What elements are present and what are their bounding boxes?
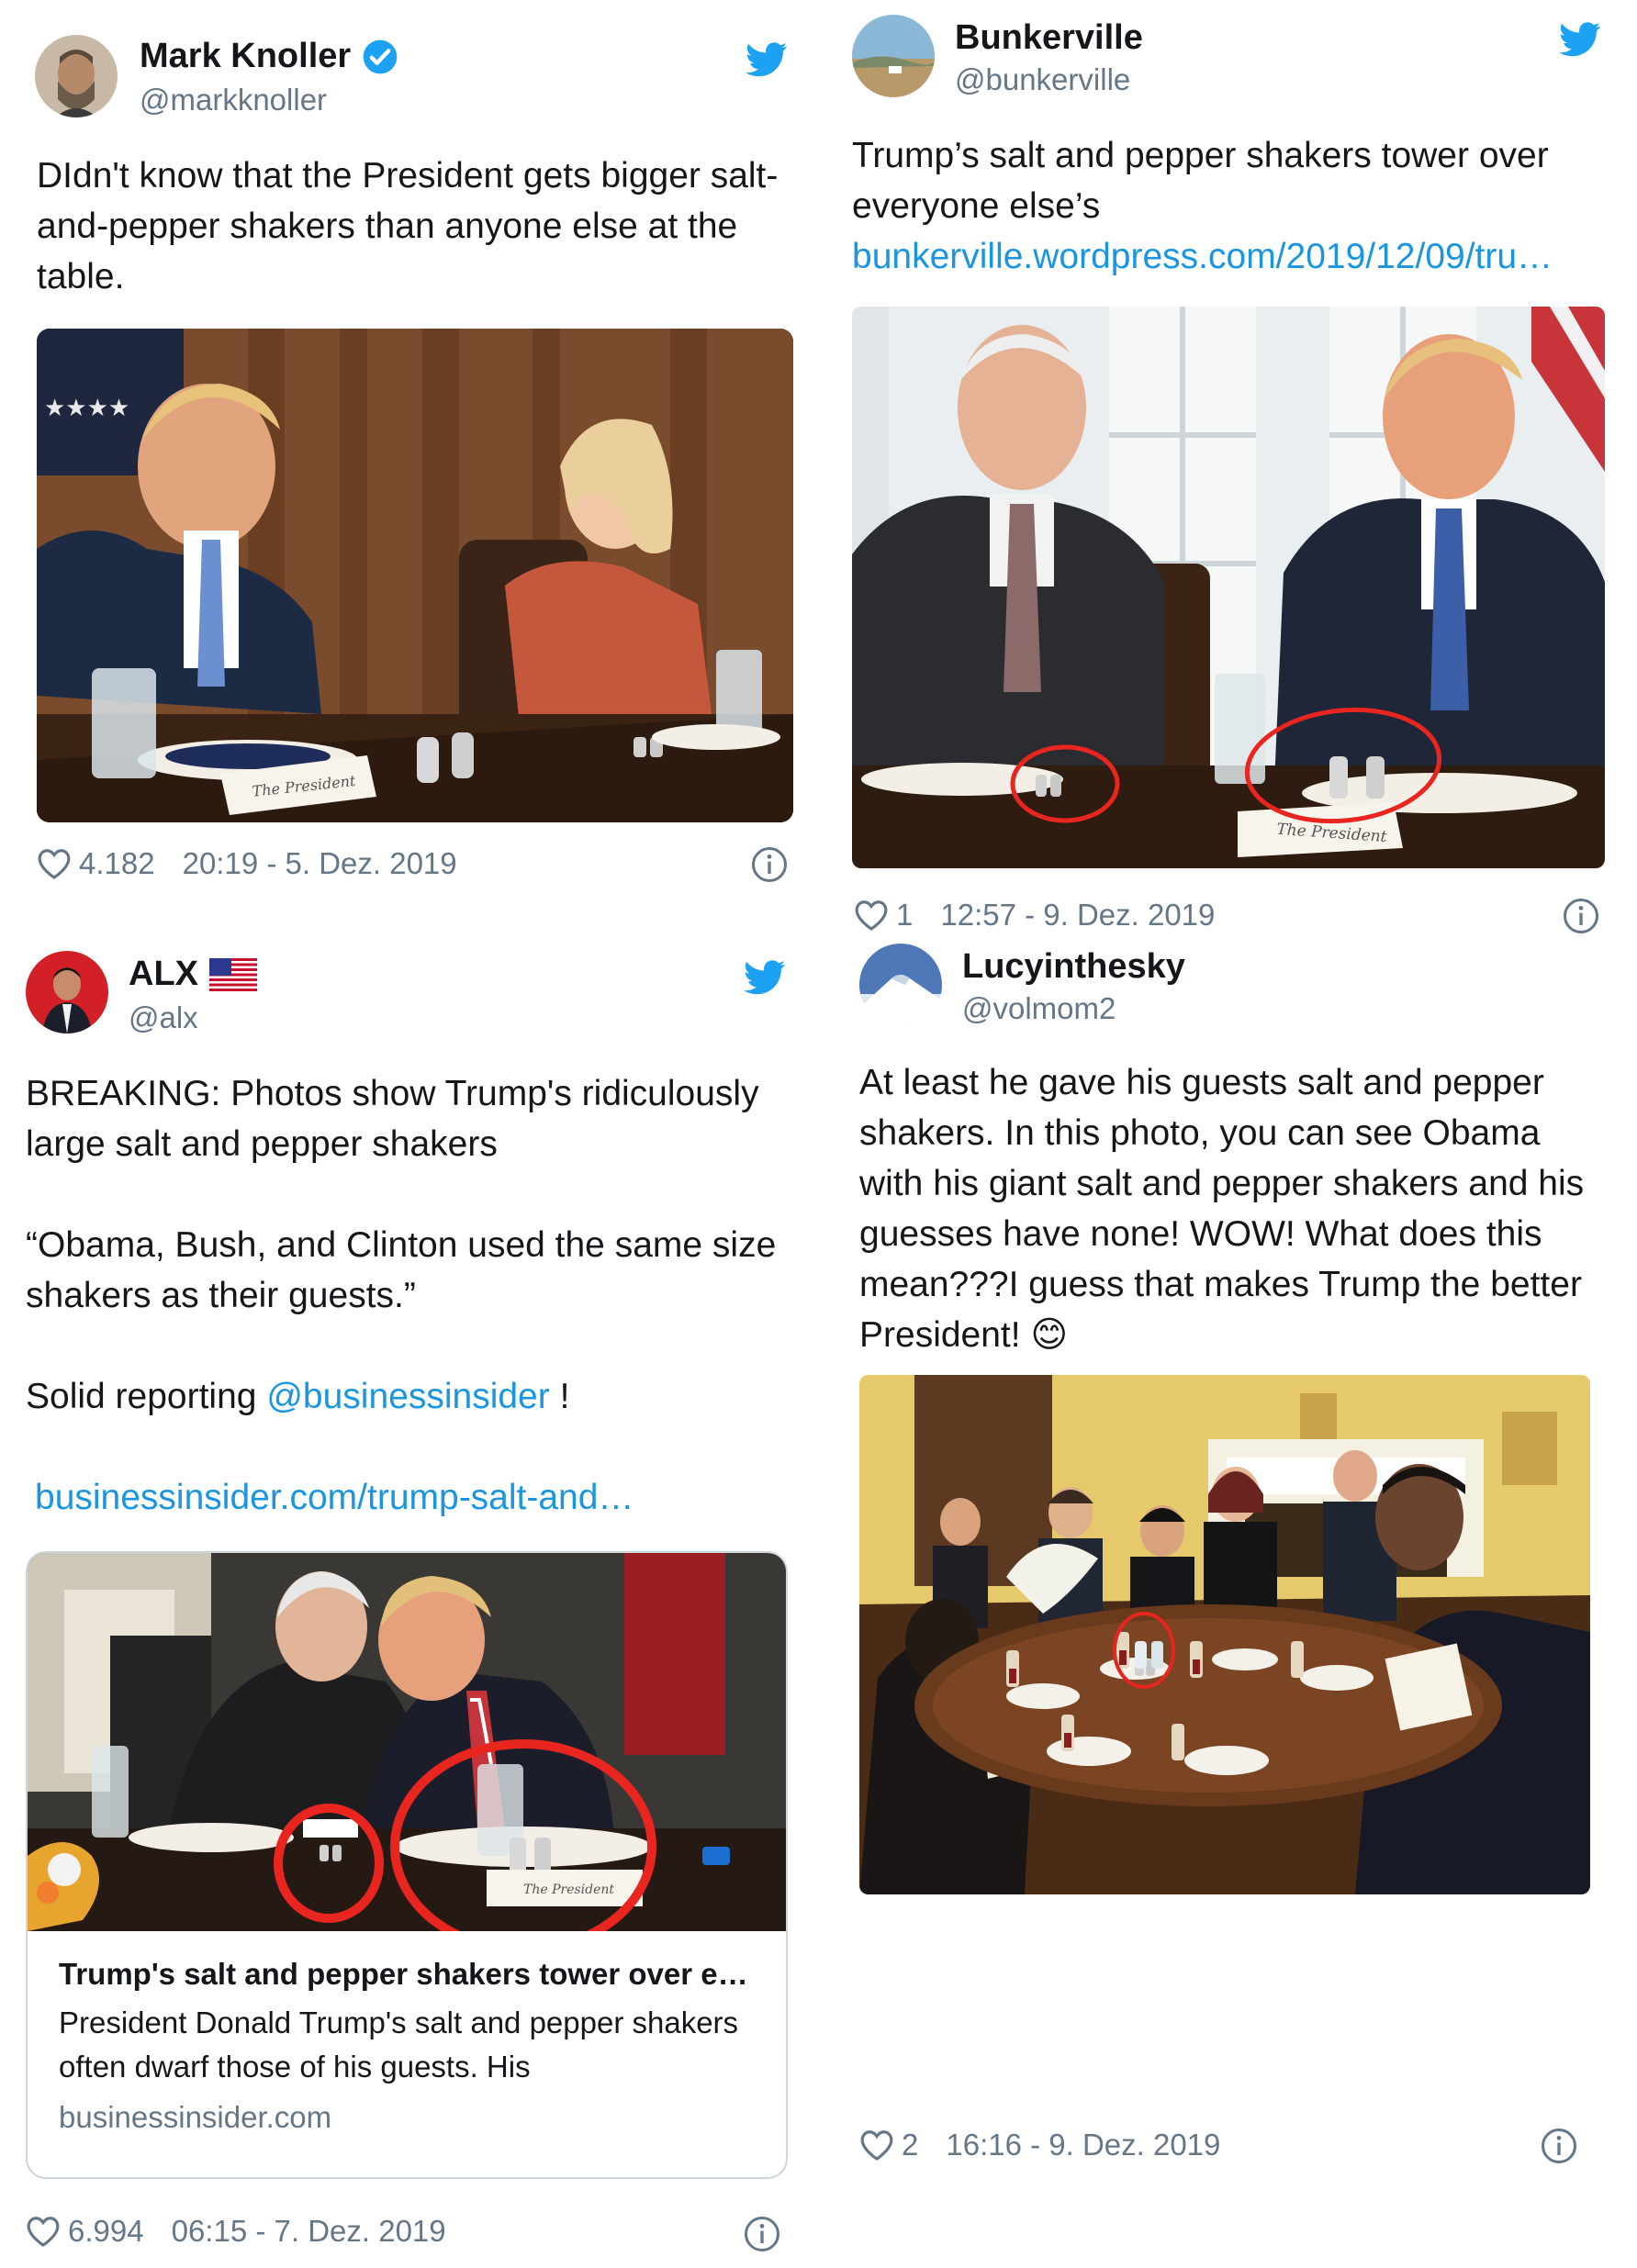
avatar-photo <box>26 951 108 1033</box>
like-count: 6.994 <box>68 2214 144 2248</box>
user-handle[interactable]: @bunkerville <box>955 62 1130 97</box>
tweet-text-credit: Solid reporting @businessinsider ! <box>26 1377 570 1416</box>
tweet-text: At least he gave his guests salt and pep… <box>859 1063 1585 1355</box>
user-handle[interactable]: @volmom2 <box>962 991 1116 1026</box>
tweet-photo[interactable]: ★★★★ The President <box>37 329 793 822</box>
tweet-lucyinthesky[interactable]: Lucyinthesky @volmom2 At least he gave h… <box>817 918 1637 2268</box>
avatar[interactable] <box>852 15 935 97</box>
photo-tillerson-trump-table: The President <box>852 307 1605 868</box>
avatar[interactable] <box>35 35 118 117</box>
heart-icon[interactable] <box>859 2128 894 2162</box>
timestamp[interactable]: 06:15 - 7. Dez. 2019 <box>172 2214 446 2249</box>
tweet-link[interactable]: businessinsider.com/trump-salt-and… <box>35 1472 633 1523</box>
tweet-text: BREAKING: Photos show Trump's ridiculous… <box>26 1068 806 1422</box>
tweet-text: Trump’s salt and pepper shakers tower ov… <box>852 130 1614 282</box>
info-icon[interactable] <box>1541 2128 1577 2164</box>
link-card[interactable]: The President Trump's salt and pepper sh… <box>26 1551 788 2179</box>
svg-text:★★★★: ★★★★ <box>44 395 129 422</box>
card-description: President Donald Trump's salt and pepper… <box>59 2005 739 2084</box>
tweet-link-text[interactable]: businessinsider.com/trump-salt-and… <box>35 1478 633 1517</box>
tweet-text-paragraph: BREAKING: Photos show Trump's ridiculous… <box>26 1074 759 1164</box>
verified-badge-icon <box>363 39 398 73</box>
like-count: 2 <box>902 2128 919 2162</box>
card-image-pence-trump: The President <box>28 1553 786 1931</box>
like-count: 4.182 <box>79 846 155 880</box>
user-handle[interactable]: @markknoller <box>140 83 327 117</box>
twitter-bird-icon[interactable] <box>746 42 788 77</box>
display-name[interactable]: ALX <box>129 955 198 994</box>
tweet-text: DIdn't know that the President gets bigg… <box>37 156 779 296</box>
user-handle[interactable]: @alx <box>129 1000 198 1035</box>
twitter-bird-icon[interactable] <box>744 960 786 995</box>
avatar-photo <box>852 15 935 97</box>
display-name[interactable]: Bunkerville <box>955 18 1143 58</box>
us-flag-icon <box>209 957 257 991</box>
heart-icon[interactable] <box>26 2215 61 2248</box>
info-icon[interactable] <box>751 846 788 883</box>
photo-obama-seder-dinner <box>859 1375 1590 1894</box>
display-name[interactable]: Lucyinthesky <box>962 947 1185 987</box>
heart-icon[interactable] <box>37 847 72 880</box>
tweet-text-line: Trump’s salt and pepper shakers tower ov… <box>852 136 1549 226</box>
tweet-photo[interactable] <box>859 1375 1590 1894</box>
tweet-text-quote: “Obama, Bush, and Clinton used the same … <box>26 1225 777 1315</box>
timestamp[interactable]: 20:19 - 5. Dez. 2019 <box>183 846 457 881</box>
tweet-alx[interactable]: ALX @alx BREAKING: Photos show Trump's r… <box>0 918 817 2268</box>
avatar[interactable] <box>859 944 942 1026</box>
info-icon[interactable] <box>744 2216 780 2252</box>
display-name[interactable]: Mark Knoller <box>140 37 351 76</box>
tweet-bunkerville[interactable]: Bunkerville @bunkerville Trump’s salt an… <box>817 0 1637 945</box>
twitter-bird-icon[interactable] <box>1559 22 1601 57</box>
timestamp[interactable]: 16:16 - 9. Dez. 2019 <box>946 2128 1220 2162</box>
placard-text: The President <box>523 1883 614 1897</box>
avatar[interactable] <box>26 951 108 1033</box>
tweet-mark-knoller[interactable]: Mark Knoller @markknoller DIdn't know th… <box>0 0 817 918</box>
card-domain: businessinsider.com <box>59 2100 332 2134</box>
avatar-photo <box>859 944 942 1026</box>
mention-link[interactable]: @businessinsider <box>266 1377 549 1416</box>
tweet-link[interactable]: bunkerville.wordpress.com/2019/12/09/tru… <box>852 237 1553 276</box>
avatar-photo <box>35 35 118 117</box>
card-title[interactable]: Trump's salt and pepper shakers tower ov… <box>59 1957 748 1992</box>
photo-trump-haley-table: ★★★★ The President <box>37 329 793 822</box>
tweet-photo[interactable]: The President <box>852 307 1605 868</box>
